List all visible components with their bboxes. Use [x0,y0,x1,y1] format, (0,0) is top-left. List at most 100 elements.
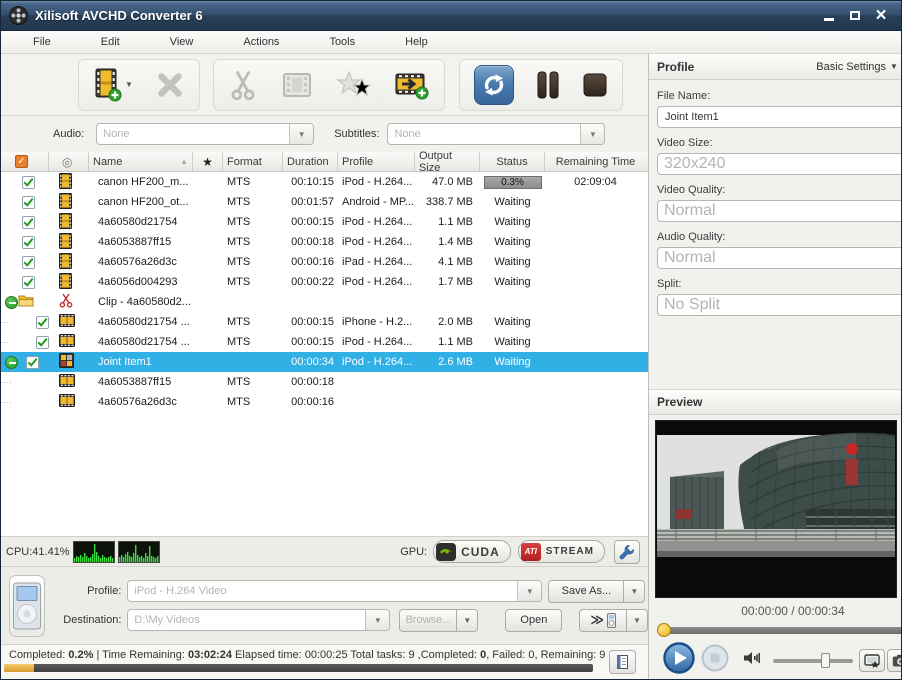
add-video-dropdown-arrow[interactable]: ▼ [125,80,133,89]
table-row[interactable]: 4a60576a26d3cMTS00:00:16 [1,392,648,412]
snapshot-camera-button[interactable] [887,649,902,672]
save-as-dropdown-arrow[interactable]: ▼ [624,580,645,603]
row-checkbox[interactable] [22,236,35,249]
column-duration[interactable]: Duration [283,152,338,171]
row-name: 4a60580d21754 ... [89,312,193,332]
table-row[interactable]: 4a6053887ff15MTS00:00:18iPod - H.264...1… [1,232,648,252]
video-size-select[interactable]: 320x240 ▼ [657,153,902,175]
volume-slider[interactable] [773,659,853,663]
table-row[interactable]: 4a6056d004293MTS00:00:22iPod - H.264...1… [1,272,648,292]
row-output-size [415,392,480,412]
video-quality-select[interactable]: Normal ▼ [657,200,902,222]
row-format [223,292,283,312]
file-list-empty-area [1,412,648,536]
menu-file[interactable]: File [19,31,65,53]
audio-select[interactable]: None ▼ [96,123,314,145]
subtitles-select[interactable]: None ▼ [387,123,605,145]
film-clip-icon [59,314,75,330]
volume-icon[interactable] [743,649,761,672]
row-select-cell [1,252,49,272]
split-select[interactable]: No Split ▼ [657,294,902,316]
table-row[interactable]: 4a60580d21754 ...MTS00:00:15iPhone - H.2… [1,312,648,332]
add-video-button[interactable]: ▼ [93,68,133,102]
table-row[interactable]: canon HF200_m...MTS00:10:15iPod - H.264.… [1,172,648,192]
task-info-button[interactable] [609,650,636,674]
open-button[interactable]: Open [505,609,562,632]
browse-button[interactable]: Browse... [399,609,457,632]
save-as-button[interactable]: Save As... [548,580,624,603]
row-duration [283,292,338,312]
column-disc[interactable]: ◎ [49,152,89,171]
row-checkbox[interactable] [22,196,35,209]
add-output-profile-button[interactable] [394,69,430,101]
menu-tools[interactable]: Tools [315,31,369,53]
row-checkbox[interactable] [22,216,35,229]
delete-button[interactable] [155,70,185,100]
seek-bar[interactable] [655,622,902,638]
crop-frame-button[interactable] [280,70,314,100]
table-row[interactable]: 4a60580d21754 ...MTS00:00:15iPod - H.264… [1,332,648,352]
minimize-button[interactable] [821,8,837,24]
apply-to-output-button[interactable] [859,649,885,672]
stop-playback-button[interactable] [701,644,729,677]
maximize-button[interactable] [847,8,863,24]
column-remaining[interactable]: Remaining Time [545,152,646,171]
pause-button[interactable] [536,70,560,100]
destination-select[interactable]: D:\My Videos ▼ [127,609,390,631]
cuda-toggle-button[interactable]: CUDA [433,540,511,563]
menu-actions[interactable]: Actions [229,31,293,53]
table-row[interactable]: Clip - 4a60580d2... [1,292,648,312]
play-button[interactable] [663,642,695,679]
menu-view[interactable]: View [156,31,208,53]
ati-stream-toggle-button[interactable]: ATI STREAM [518,540,605,563]
stop-button[interactable] [582,72,608,98]
film-strip-icon [59,173,72,192]
output-profile-select[interactable]: iPod - H.264 Video ▼ [127,580,542,602]
menu-edit[interactable]: Edit [87,31,134,53]
table-row[interactable]: 4a60576a26d3cMTS00:00:16iPad - H.264...4… [1,252,648,272]
row-profile: iPod - H.264... [338,272,415,292]
column-name[interactable]: Name▲ [89,152,193,171]
browse-dropdown-arrow[interactable]: ▼ [457,609,478,632]
settings-wrench-button[interactable] [614,540,640,564]
destination-label: Destination: [57,614,121,626]
window-title: Xilisoft AVCHD Converter 6 [35,8,821,23]
split-value: No Split [658,296,902,314]
effects-button[interactable] [336,69,372,101]
row-checkbox[interactable] [22,276,35,289]
seek-track[interactable] [661,627,902,634]
volume-slider-thumb[interactable] [821,653,830,668]
collapse-toggle[interactable] [5,296,18,309]
column-rating[interactable]: ★ [193,152,223,171]
table-row[interactable]: Joint Item100:00:34iPod - H.264...2.6 MB… [1,352,648,372]
table-row[interactable]: 4a60580d21754MTS00:00:15iPod - H.264...1… [1,212,648,232]
subtitles-label: Subtitles: [334,128,379,140]
row-checkbox[interactable] [22,256,35,269]
seek-handle[interactable] [657,623,671,637]
file-name-input[interactable]: Joint Item1 [657,106,902,128]
target-device-button[interactable] [9,575,45,637]
check-all-checkbox[interactable]: ✓ [15,155,28,168]
convert-button[interactable] [474,65,514,105]
column-output-size[interactable]: Output Size [415,152,480,171]
video-preview-screen [655,420,897,598]
table-row[interactable]: canon HF200_ot...MTS00:01:57Android - MP… [1,192,648,212]
row-checkbox[interactable] [22,176,35,189]
close-button[interactable]: × [873,8,889,24]
transfer-to-device-button[interactable]: ≫ [579,609,627,632]
transfer-dropdown-arrow[interactable]: ▼ [627,609,648,632]
column-format[interactable]: Format [223,152,283,171]
menu-help[interactable]: Help [391,31,442,53]
audio-quality-select[interactable]: Normal ▼ [657,247,902,269]
basic-settings-dropdown[interactable]: Basic Settings ▼ [816,61,898,73]
column-profile[interactable]: Profile [338,152,415,171]
row-name: canon HF200_m... [89,172,193,192]
column-status[interactable]: Status [480,152,545,171]
table-row[interactable]: 4a6053887ff15MTS00:00:18 [1,372,648,392]
cut-clip-button[interactable] [228,69,258,101]
column-check-all[interactable]: ✓ [1,152,49,171]
row-checkbox[interactable] [36,336,49,349]
row-checkbox[interactable] [26,356,39,369]
collapse-toggle[interactable] [5,356,18,369]
row-checkbox[interactable] [36,316,49,329]
